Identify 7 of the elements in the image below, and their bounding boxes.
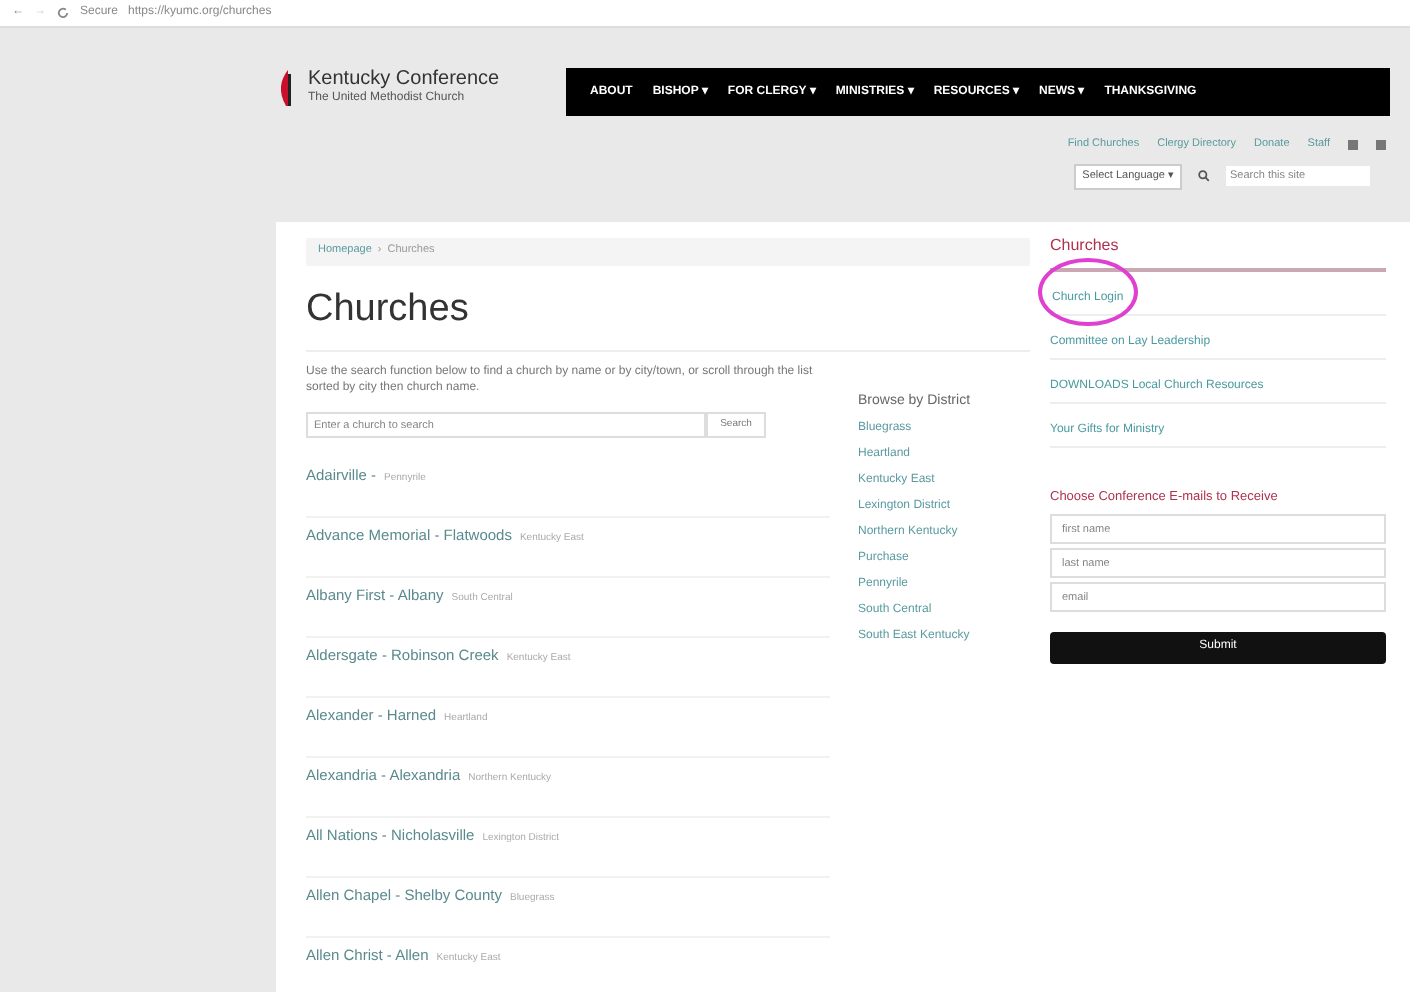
sidebar-heading: Churches [1050, 233, 1386, 271]
social-icon[interactable] [1376, 139, 1386, 150]
logo-title: Kentucky Conference [308, 68, 500, 90]
reload-icon[interactable] [56, 6, 70, 20]
search-icon [1198, 170, 1210, 183]
page-title: Churches [306, 281, 1030, 352]
social-icon[interactable] [1348, 139, 1358, 150]
